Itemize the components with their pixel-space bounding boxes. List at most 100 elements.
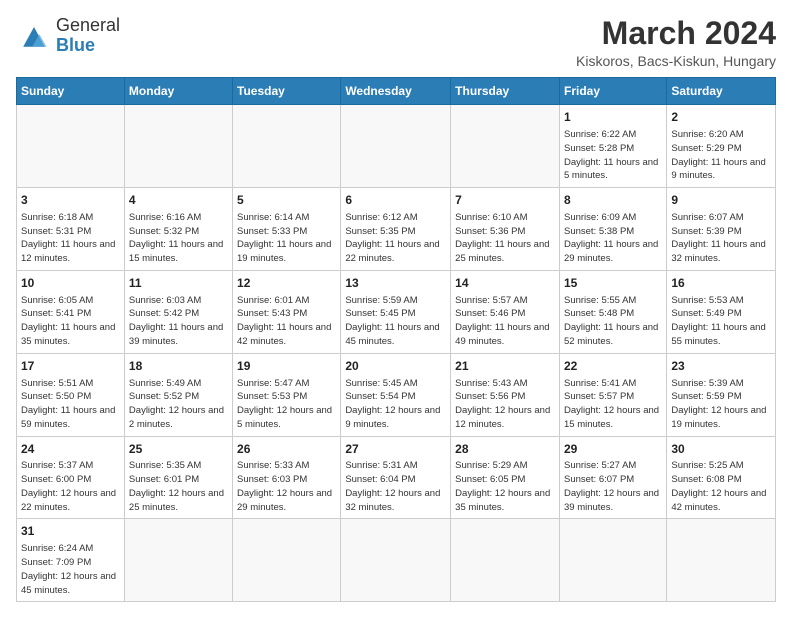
day-number: 19 <box>237 358 336 375</box>
day-number: 6 <box>345 192 446 209</box>
calendar-header: SundayMondayTuesdayWednesdayThursdayFrid… <box>17 78 776 105</box>
day-info: Sunrise: 5:31 AM Sunset: 6:04 PM Dayligh… <box>345 459 446 514</box>
calendar-cell: 23 Sunrise: 5:39 AM Sunset: 5:59 PM Dayli… <box>667 353 776 436</box>
day-number: 20 <box>345 358 446 375</box>
calendar-cell: 14 Sunrise: 5:57 AM Sunset: 5:46 PM Dayli… <box>451 270 560 353</box>
day-number: 26 <box>237 441 336 458</box>
day-number: 2 <box>671 109 771 126</box>
calendar-cell <box>341 105 451 188</box>
month-year-title: March 2024 <box>576 16 776 51</box>
calendar-cell <box>124 519 232 602</box>
calendar-cell <box>124 105 232 188</box>
calendar-cell <box>451 105 560 188</box>
day-number: 8 <box>564 192 662 209</box>
day-number: 25 <box>129 441 228 458</box>
calendar-cell <box>233 519 341 602</box>
weekday-header-friday: Friday <box>559 78 666 105</box>
day-info: Sunrise: 5:49 AM Sunset: 5:52 PM Dayligh… <box>129 377 228 432</box>
day-info: Sunrise: 6:14 AM Sunset: 5:33 PM Dayligh… <box>237 211 336 266</box>
days-of-week-row: SundayMondayTuesdayWednesdayThursdayFrid… <box>17 78 776 105</box>
day-info: Sunrise: 6:10 AM Sunset: 5:36 PM Dayligh… <box>455 211 555 266</box>
calendar-cell: 27Sunrise: 5:31 AM Sunset: 6:04 PM Dayli… <box>341 436 451 519</box>
calendar-cell: 7 Sunrise: 6:10 AM Sunset: 5:36 PM Daylig… <box>451 188 560 271</box>
day-number: 28 <box>455 441 555 458</box>
day-number: 17 <box>21 358 120 375</box>
weekday-header-monday: Monday <box>124 78 232 105</box>
day-info: Sunrise: 5:27 AM Sunset: 6:07 PM Dayligh… <box>564 459 662 514</box>
calendar-cell: 15 Sunrise: 5:55 AM Sunset: 5:48 PM Dayli… <box>559 270 666 353</box>
calendar-cell: 6Sunrise: 6:12 AM Sunset: 5:35 PM Daylig… <box>341 188 451 271</box>
calendar-cell: 5Sunrise: 6:14 AM Sunset: 5:33 PM Daylig… <box>233 188 341 271</box>
day-info: Sunrise: 6:03 AM Sunset: 5:42 PM Dayligh… <box>129 294 228 349</box>
day-info: Sunrise: 5:39 AM Sunset: 5:59 PM Dayligh… <box>671 377 771 432</box>
calendar-cell: 16Sunrise: 5:53 AM Sunset: 5:49 PM Dayli… <box>667 270 776 353</box>
calendar-cell: 29Sunrise: 5:27 AM Sunset: 6:07 PM Dayli… <box>559 436 666 519</box>
calendar-cell: 11 Sunrise: 6:03 AM Sunset: 5:42 PM Dayli… <box>124 270 232 353</box>
weekday-header-saturday: Saturday <box>667 78 776 105</box>
calendar-cell: 18Sunrise: 5:49 AM Sunset: 5:52 PM Dayli… <box>124 353 232 436</box>
calendar-cell: 22 Sunrise: 5:41 AM Sunset: 5:57 PM Dayli… <box>559 353 666 436</box>
calendar-table: SundayMondayTuesdayWednesdayThursdayFrid… <box>16 77 776 602</box>
calendar-cell: 20 Sunrise: 5:45 AM Sunset: 5:54 PM Dayli… <box>341 353 451 436</box>
day-number: 11 <box>129 275 228 292</box>
day-number: 21 <box>455 358 555 375</box>
logo-text: General Blue <box>56 16 120 56</box>
title-section: March 2024 Kiskoros, Bacs-Kiskun, Hungar… <box>576 16 776 69</box>
day-info: Sunrise: 5:41 AM Sunset: 5:57 PM Dayligh… <box>564 377 662 432</box>
day-number: 22 <box>564 358 662 375</box>
calendar-week-3: 10 Sunrise: 6:05 AM Sunset: 5:41 PM Dayli… <box>17 270 776 353</box>
day-info: Sunrise: 6:09 AM Sunset: 5:38 PM Dayligh… <box>564 211 662 266</box>
day-info: Sunrise: 6:20 AM Sunset: 5:29 PM Dayligh… <box>671 128 771 183</box>
location-subtitle: Kiskoros, Bacs-Kiskun, Hungary <box>576 53 776 69</box>
day-number: 3 <box>21 192 120 209</box>
calendar-cell: 26Sunrise: 5:33 AM Sunset: 6:03 PM Dayli… <box>233 436 341 519</box>
calendar-cell: 28Sunrise: 5:29 AM Sunset: 6:05 PM Dayli… <box>451 436 560 519</box>
calendar-cell: 31Sunrise: 6:24 AM Sunset: 7:09 PM Dayli… <box>17 519 125 602</box>
weekday-header-thursday: Thursday <box>451 78 560 105</box>
weekday-header-sunday: Sunday <box>17 78 125 105</box>
day-number: 29 <box>564 441 662 458</box>
day-number: 14 <box>455 275 555 292</box>
calendar-cell: 1Sunrise: 6:22 AM Sunset: 5:28 PM Daylig… <box>559 105 666 188</box>
day-info: Sunrise: 5:55 AM Sunset: 5:48 PM Dayligh… <box>564 294 662 349</box>
day-info: Sunrise: 6:07 AM Sunset: 5:39 PM Dayligh… <box>671 211 771 266</box>
calendar-cell <box>17 105 125 188</box>
calendar-cell: 30Sunrise: 5:25 AM Sunset: 6:08 PM Dayli… <box>667 436 776 519</box>
calendar-cell <box>451 519 560 602</box>
logo: General Blue <box>16 16 120 56</box>
day-number: 15 <box>564 275 662 292</box>
day-number: 7 <box>455 192 555 209</box>
general-blue-icon <box>16 18 52 54</box>
day-info: Sunrise: 5:57 AM Sunset: 5:46 PM Dayligh… <box>455 294 555 349</box>
calendar-week-1: 1Sunrise: 6:22 AM Sunset: 5:28 PM Daylig… <box>17 105 776 188</box>
calendar-cell: 9Sunrise: 6:07 AM Sunset: 5:39 PM Daylig… <box>667 188 776 271</box>
day-info: Sunrise: 6:18 AM Sunset: 5:31 PM Dayligh… <box>21 211 120 266</box>
calendar-cell: 8 Sunrise: 6:09 AM Sunset: 5:38 PM Daylig… <box>559 188 666 271</box>
calendar-week-2: 3 Sunrise: 6:18 AM Sunset: 5:31 PM Daylig… <box>17 188 776 271</box>
day-info: Sunrise: 5:45 AM Sunset: 5:54 PM Dayligh… <box>345 377 446 432</box>
day-number: 24 <box>21 441 120 458</box>
day-info: Sunrise: 5:25 AM Sunset: 6:08 PM Dayligh… <box>671 459 771 514</box>
day-number: 4 <box>129 192 228 209</box>
day-info: Sunrise: 6:05 AM Sunset: 5:41 PM Dayligh… <box>21 294 120 349</box>
day-info: Sunrise: 5:35 AM Sunset: 6:01 PM Dayligh… <box>129 459 228 514</box>
calendar-cell: 13Sunrise: 5:59 AM Sunset: 5:45 PM Dayli… <box>341 270 451 353</box>
day-info: Sunrise: 5:43 AM Sunset: 5:56 PM Dayligh… <box>455 377 555 432</box>
day-number: 31 <box>21 523 120 540</box>
weekday-header-wednesday: Wednesday <box>341 78 451 105</box>
page-header: General Blue March 2024 Kiskoros, Bacs-K… <box>16 16 776 69</box>
weekday-header-tuesday: Tuesday <box>233 78 341 105</box>
calendar-cell: 3 Sunrise: 6:18 AM Sunset: 5:31 PM Daylig… <box>17 188 125 271</box>
calendar-cell: 12Sunrise: 6:01 AM Sunset: 5:43 PM Dayli… <box>233 270 341 353</box>
calendar-cell: 24Sunrise: 5:37 AM Sunset: 6:00 PM Dayli… <box>17 436 125 519</box>
day-info: Sunrise: 5:47 AM Sunset: 5:53 PM Dayligh… <box>237 377 336 432</box>
day-info: Sunrise: 5:29 AM Sunset: 6:05 PM Dayligh… <box>455 459 555 514</box>
day-number: 10 <box>21 275 120 292</box>
day-info: Sunrise: 5:51 AM Sunset: 5:50 PM Dayligh… <box>21 377 120 432</box>
calendar-cell <box>559 519 666 602</box>
calendar-cell: 25Sunrise: 5:35 AM Sunset: 6:01 PM Dayli… <box>124 436 232 519</box>
calendar-cell <box>667 519 776 602</box>
day-number: 23 <box>671 358 771 375</box>
calendar-cell: 2 Sunrise: 6:20 AM Sunset: 5:29 PM Daylig… <box>667 105 776 188</box>
calendar-cell: 17 Sunrise: 5:51 AM Sunset: 5:50 PM Dayli… <box>17 353 125 436</box>
